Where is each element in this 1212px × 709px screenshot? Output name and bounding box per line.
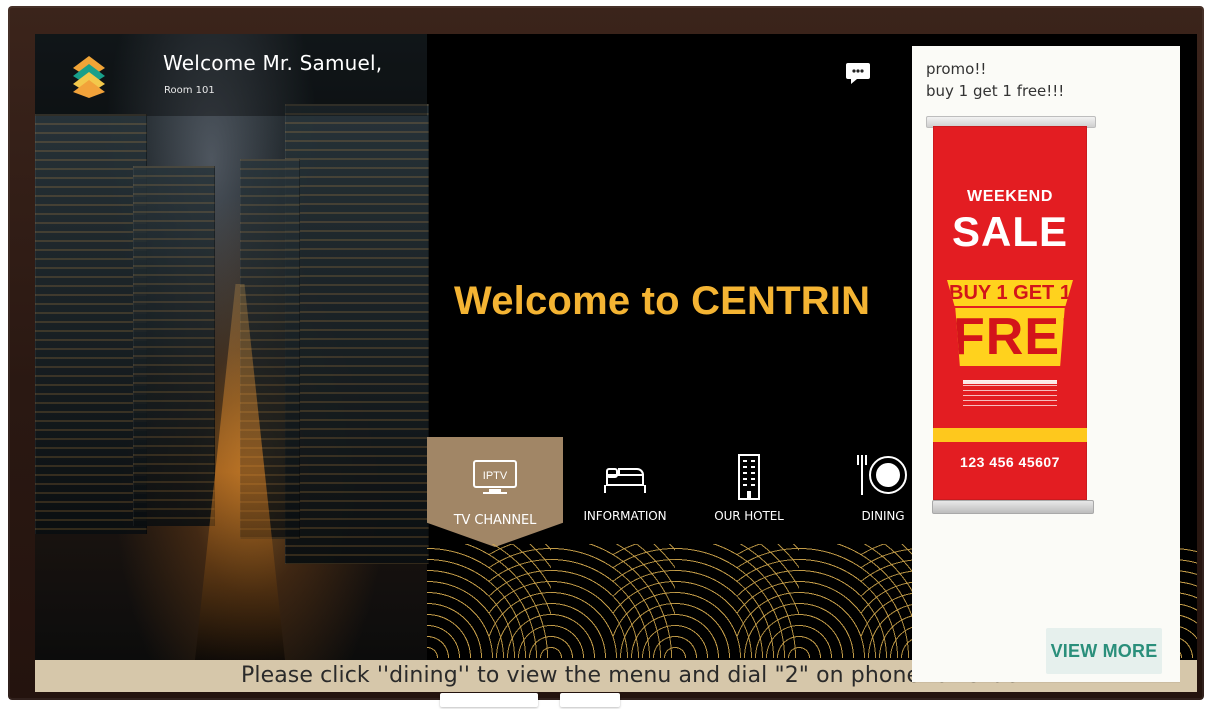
promo-banner: WEEKEND SALE BUY 1 GET 1 FREE 123 456 45… (926, 116, 1102, 534)
greeting-text: Welcome Mr. Samuel, (163, 51, 383, 75)
banner-buy-text: BUY 1 GET 1 (947, 280, 1073, 306)
menu-tv-channel[interactable]: IPTV TV CHANNEL (427, 437, 563, 547)
chat-bubble-icon[interactable] (845, 61, 871, 85)
dining-icon (848, 447, 918, 508)
hotel-logo-icon (69, 54, 109, 98)
iptv-text: IPTV (483, 470, 508, 482)
building-silhouette (35, 114, 147, 534)
banner-phone-text: 123 456 45607 (960, 454, 1060, 470)
banner-fineprint-lines (963, 380, 1057, 408)
banner-stand-base (932, 500, 1094, 514)
menu-label: OUR HOTEL (714, 509, 784, 523)
banner-body: WEEKEND SALE BUY 1 GET 1 FREE 123 456 45… (933, 126, 1087, 500)
promo-panel: promo!! buy 1 get 1 free!!! WEEKEND SALE… (912, 46, 1180, 682)
banner-weekend-text: WEEKEND (967, 188, 1053, 205)
banner-yellow-strip (933, 428, 1087, 442)
menu-label: TV CHANNEL (453, 513, 537, 528)
menu-our-hotel[interactable]: OUR HOTEL (687, 437, 811, 547)
ticker-text: Please click ''dining'' to view the menu… (241, 663, 1028, 688)
banner-free-text: FREE (953, 308, 1087, 366)
tv-frame: Welcome Mr. Samuel, Room 101 Welcome to … (8, 6, 1204, 700)
banner-sale-text: SALE (951, 208, 1068, 255)
bottom-tab (440, 693, 538, 707)
menu-information[interactable]: INFORMATION (563, 437, 687, 547)
building-silhouette (133, 166, 215, 526)
welcome-title: Welcome to CENTRIN (454, 279, 871, 323)
building-icon (729, 451, 769, 510)
promo-line-2: buy 1 get 1 free!!! (926, 82, 1065, 100)
room-number: Room 101 (164, 85, 215, 96)
tv-screen: Welcome Mr. Samuel, Room 101 Welcome to … (35, 34, 1197, 692)
building-silhouette (285, 104, 429, 564)
bottom-tab (560, 693, 620, 707)
promo-text: promo!! buy 1 get 1 free!!! (926, 58, 1166, 102)
view-more-button[interactable]: VIEW MORE (1046, 628, 1162, 674)
menu-label: INFORMATION (583, 509, 667, 523)
bed-icon (597, 457, 653, 502)
tv-icon: IPTV (467, 455, 523, 504)
hero-image (35, 34, 429, 660)
promo-line-1: promo!! (926, 60, 987, 78)
